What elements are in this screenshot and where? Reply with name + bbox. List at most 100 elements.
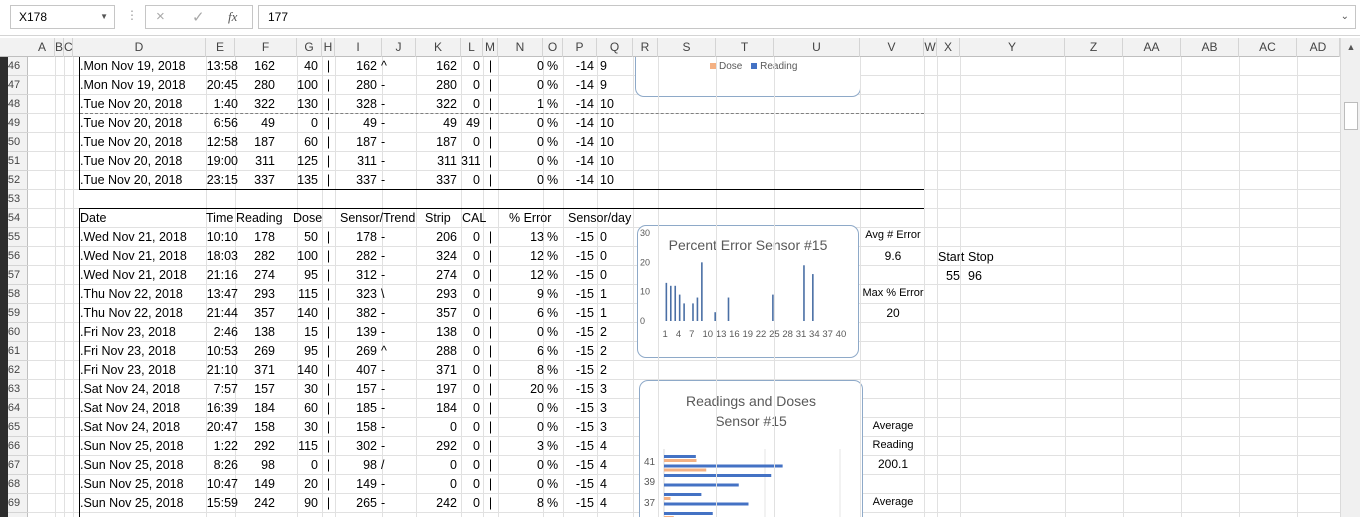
column-header-f[interactable]: F: [235, 38, 297, 57]
error-bar: [727, 297, 730, 321]
header-reading: Reading: [236, 211, 283, 225]
header-error: % Error: [509, 211, 552, 225]
cell-time: 20:45: [206, 78, 238, 92]
cell-sensor: 187: [356, 135, 377, 149]
column-header-h[interactable]: H: [322, 38, 335, 57]
column-header-n[interactable]: N: [498, 38, 543, 57]
cell-error: 0: [537, 154, 544, 168]
vertical-scrollbar[interactable]: ▲: [1340, 38, 1360, 517]
cell-pct: %: [547, 287, 559, 301]
x-tick-label: 28: [782, 329, 793, 340]
percent-error-chart[interactable]: Percent Error Sensor #15 30 20 10 0 1 4 7 10 13 1…: [637, 225, 859, 358]
scroll-up-icon[interactable]: ▲: [1341, 38, 1360, 56]
cell-date: .Mon Nov 19, 2018: [80, 78, 186, 92]
enter-icon[interactable]: ✓: [192, 8, 205, 26]
cell-reading: 158: [254, 420, 275, 434]
cell-sensor-day: 2: [600, 325, 607, 339]
cell-separator: |: [488, 477, 493, 491]
column-header-d[interactable]: D: [73, 38, 206, 57]
column-header-m[interactable]: M: [483, 38, 498, 57]
column-header-r[interactable]: R: [633, 38, 658, 57]
cell-trend: -: [381, 306, 386, 320]
readings-doses-chart[interactable]: Readings and Doses Sensor #15 41 39 37: [639, 380, 863, 517]
cell-pct: %: [547, 154, 559, 168]
x-tick-label: 10: [703, 329, 714, 340]
legend-chart-fragment[interactable]: Dose Reading: [635, 57, 861, 97]
gridline: [1239, 57, 1240, 517]
cell-time: 13:58: [206, 59, 238, 73]
legend-label-dose: Dose: [719, 61, 743, 72]
cell-separator: |: [488, 306, 493, 320]
cell-separator: |: [488, 496, 493, 510]
column-header-t[interactable]: T: [716, 38, 774, 57]
column-header-z[interactable]: Z: [1065, 38, 1123, 57]
column-header-y[interactable]: Y: [960, 38, 1065, 57]
gridline: [774, 57, 775, 517]
cell-separator: |: [326, 135, 331, 149]
cell-pct: %: [547, 306, 559, 320]
cancel-icon[interactable]: ×: [156, 8, 165, 25]
column-header-o[interactable]: O: [543, 38, 563, 57]
cell-sensor-day: 10: [600, 135, 614, 149]
column-header-q[interactable]: Q: [597, 38, 633, 57]
cell-sensor: 328: [356, 97, 377, 111]
cell-grid[interactable]: Dose Reading Percent Error Sensor #15 30…: [28, 57, 1340, 517]
cell-time: 23:15: [206, 173, 238, 187]
cell-strip: 322: [436, 97, 457, 111]
fx-icon[interactable]: fx: [228, 9, 237, 25]
reading-bar: [664, 493, 702, 496]
cell-strip: 0: [450, 477, 457, 491]
column-header-ad[interactable]: AD: [1297, 38, 1340, 57]
column-header-p[interactable]: P: [563, 38, 597, 57]
column-header-c[interactable]: C: [64, 38, 73, 57]
cell-pct: %: [547, 97, 559, 111]
x-tick-label: 37: [822, 329, 833, 340]
cell-sensor-day: 0: [600, 268, 607, 282]
stop-value: 96: [968, 269, 982, 283]
column-header-l[interactable]: L: [461, 38, 483, 57]
column-header-k[interactable]: K: [416, 38, 461, 57]
column-header-u[interactable]: U: [774, 38, 860, 57]
cell-sensor: 302: [356, 439, 377, 453]
cell-separator: |: [488, 173, 493, 187]
cell-time: 20:47: [206, 420, 238, 434]
column-header-x[interactable]: X: [937, 38, 960, 57]
name-box-value: X178: [19, 10, 48, 24]
cell-pct: %: [547, 420, 559, 434]
cell-date: .Tue Nov 20, 2018: [80, 135, 183, 149]
cell-sensor: 323: [356, 287, 377, 301]
name-box[interactable]: X178 ▼: [10, 5, 115, 29]
column-header-aa[interactable]: AA: [1123, 38, 1181, 57]
column-header-ac[interactable]: AC: [1239, 38, 1297, 57]
chevron-down-icon[interactable]: ▼: [100, 6, 108, 28]
cell-separator: |: [326, 458, 331, 472]
cell-dose: 15: [304, 325, 318, 339]
cell-sensor-num: -15: [575, 382, 594, 396]
expand-formula-icon[interactable]: ⌄: [1341, 6, 1349, 28]
column-header-w[interactable]: W: [924, 38, 937, 57]
column-header-g[interactable]: G: [297, 38, 322, 57]
formula-input[interactable]: 177 ⌄: [258, 5, 1356, 29]
avg-error-label: Avg # Error: [865, 229, 921, 241]
cell-dose: 115: [298, 439, 318, 453]
formula-bar: X178 ▼ ⋮ × ✓ fx 177 ⌄: [0, 0, 1360, 36]
column-header-a[interactable]: A: [30, 38, 55, 57]
column-header-j[interactable]: J: [382, 38, 416, 57]
cell-error: 6: [537, 306, 544, 320]
cell-strip: 280: [436, 78, 457, 92]
cell-date: .Tue Nov 20, 2018: [80, 154, 183, 168]
column-header-i[interactable]: I: [335, 38, 382, 57]
column-header-s[interactable]: S: [658, 38, 716, 57]
cell-sensor-num: -15: [575, 420, 594, 434]
y-tick-label: 20: [640, 257, 650, 267]
cell-error: 0: [537, 477, 544, 491]
column-header-v[interactable]: V: [860, 38, 924, 57]
column-header-ab[interactable]: AB: [1181, 38, 1239, 57]
gridline: [64, 57, 65, 517]
cell-sensor: 157: [356, 382, 377, 396]
column-header-e[interactable]: E: [206, 38, 235, 57]
column-header-b[interactable]: B: [55, 38, 64, 57]
scroll-thumb[interactable]: [1344, 102, 1358, 130]
legend-label-reading: Reading: [760, 61, 798, 72]
cell-dose: 115: [298, 287, 318, 301]
